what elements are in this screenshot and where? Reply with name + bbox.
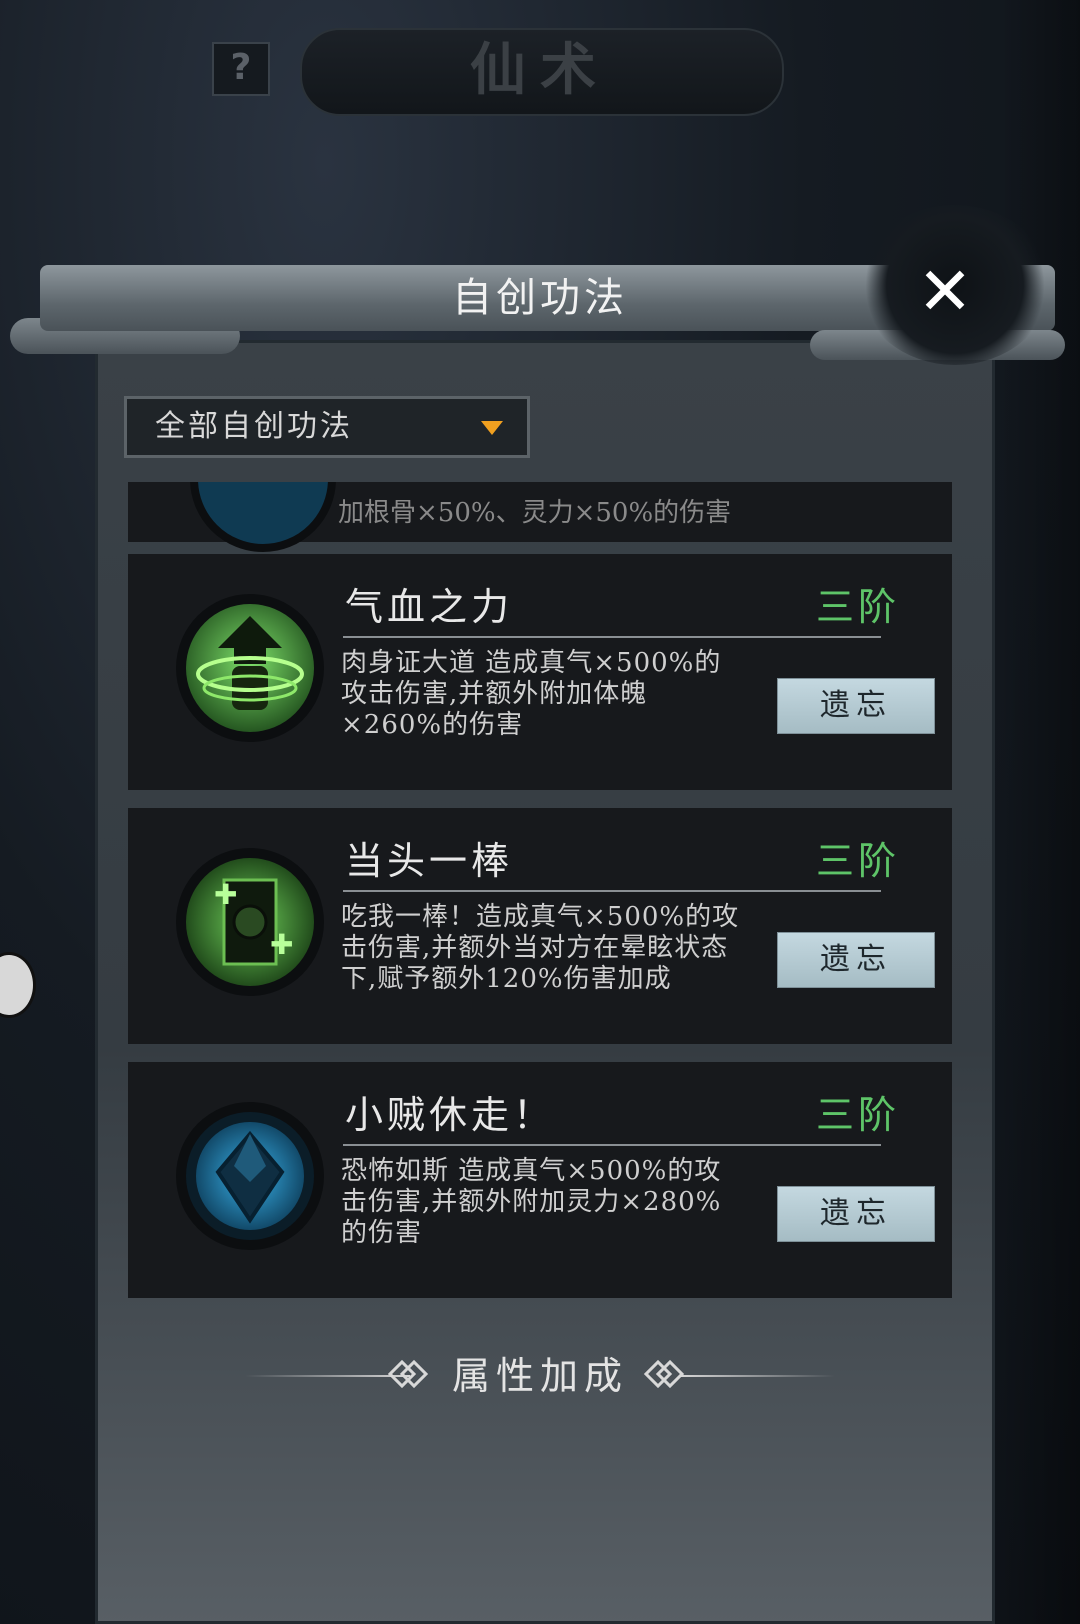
help-button[interactable]: ? bbox=[212, 42, 270, 96]
svg-text:✚: ✚ bbox=[214, 878, 237, 911]
skill-tier: 三阶 bbox=[816, 1093, 901, 1137]
divider-left bbox=[245, 1375, 410, 1377]
divider bbox=[343, 636, 881, 638]
skill-tier: 三阶 bbox=[816, 839, 901, 883]
skill-card: 小贼休走！ 三阶 恐怖如斯 造成真气×500%的攻击伤害,并额外附加灵力×280… bbox=[128, 1062, 952, 1298]
blue-crystal-icon bbox=[176, 1102, 324, 1250]
attribute-section-title: 属性加成 bbox=[451, 1354, 628, 1398]
skill-name: 当头一棒 bbox=[345, 839, 514, 883]
fist-icon bbox=[176, 594, 324, 742]
close-button[interactable]: ✕ bbox=[905, 252, 985, 332]
skill-card: ✚ ✚ 当头一棒 三阶 吃我一棒！造成真气×500%的攻击伤害,并额外当对方在晕… bbox=[128, 808, 952, 1044]
forget-button[interactable]: 遗忘 bbox=[777, 1186, 935, 1242]
divider-right bbox=[680, 1375, 835, 1377]
skill-list[interactable]: 加根骨×50%、灵力×50%的伤害 气血之力 三阶 肉身证大道 造成真气×500… bbox=[128, 482, 952, 1318]
staff-strike-icon: ✚ ✚ bbox=[176, 848, 324, 996]
attribute-section-header: 属性加成 bbox=[0, 1348, 1080, 1404]
skill-desc-partial: 加根骨×50%、灵力×50%的伤害 bbox=[338, 498, 732, 528]
skill-desc: 肉身证大道 造成真气×500%的攻击伤害,并额外附加体魄×260%的伤害 bbox=[341, 648, 722, 740]
skill-card-partial: 加根骨×50%、灵力×50%的伤害 bbox=[128, 482, 952, 552]
skill-desc: 恐怖如斯 造成真气×500%的攻击伤害,并额外附加灵力×280%的伤害 bbox=[341, 1156, 722, 1248]
side-yin-yang-icon[interactable] bbox=[0, 952, 36, 1018]
skill-card: 气血之力 三阶 肉身证大道 造成真气×500%的攻击伤害,并额外附加体魄×260… bbox=[128, 554, 952, 790]
skill-filter-dropdown[interactable]: 全部自创功法 bbox=[124, 396, 530, 458]
skill-desc: 吃我一棒！造成真气×500%的攻击伤害,并额外当对方在晕眩状态下,赋予额外120… bbox=[341, 902, 740, 994]
forget-button[interactable]: 遗忘 bbox=[777, 932, 935, 988]
chevron-down-icon bbox=[481, 421, 503, 435]
svg-text:✚: ✚ bbox=[270, 928, 293, 961]
background-title: 仙术 bbox=[470, 37, 610, 103]
skill-tier: 三阶 bbox=[816, 585, 901, 629]
skill-filter-label: 全部自创功法 bbox=[155, 409, 353, 444]
skill-icon-partial bbox=[190, 482, 336, 552]
skill-name: 气血之力 bbox=[345, 585, 514, 629]
divider bbox=[343, 890, 881, 892]
divider bbox=[343, 1144, 881, 1146]
forget-button[interactable]: 遗忘 bbox=[777, 678, 935, 734]
skill-name: 小贼休走！ bbox=[345, 1093, 556, 1137]
